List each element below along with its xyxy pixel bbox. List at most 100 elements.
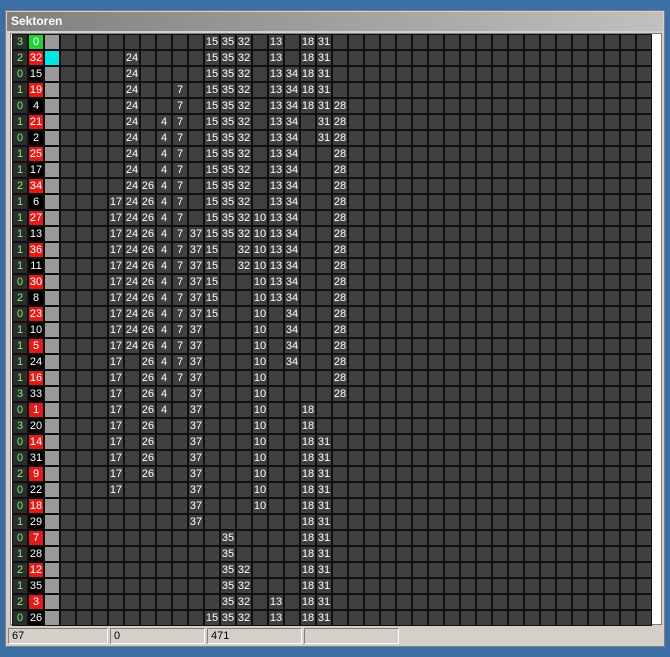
grid-cell[interactable] [620, 114, 636, 130]
grid-cell[interactable] [444, 386, 460, 402]
grid-cell[interactable]: 18 [300, 514, 316, 530]
grid-cell[interactable]: 26 [140, 290, 156, 306]
grid-cell[interactable] [284, 546, 300, 562]
grid-cell[interactable] [412, 338, 428, 354]
grid-cell[interactable] [380, 82, 396, 98]
grid-cell[interactable] [348, 466, 364, 482]
grid-cell[interactable] [444, 178, 460, 194]
grid-cell[interactable] [76, 338, 92, 354]
grid-cell[interactable] [396, 226, 412, 242]
grid-cell[interactable] [396, 498, 412, 514]
grid-cell[interactable] [76, 466, 92, 482]
grid-cell[interactable] [556, 610, 572, 626]
grid-cell[interactable] [348, 226, 364, 242]
grid-cell[interactable] [636, 610, 652, 626]
grid-cell[interactable] [92, 354, 108, 370]
grid-cell[interactable]: 7 [172, 226, 188, 242]
grid-cell[interactable]: 32 [236, 242, 252, 258]
grid-cell[interactable] [300, 178, 316, 194]
grid-cell[interactable] [524, 418, 540, 434]
grid-cell[interactable] [156, 578, 172, 594]
grid-cell[interactable] [572, 194, 588, 210]
grid-cell[interactable] [412, 178, 428, 194]
grid-cell[interactable] [172, 34, 188, 50]
grid-cell[interactable] [572, 418, 588, 434]
grid-cell[interactable] [380, 594, 396, 610]
grid-cell[interactable] [172, 610, 188, 626]
grid-cell[interactable] [428, 322, 444, 338]
grid-cell[interactable] [604, 226, 620, 242]
grid-cell[interactable]: 34 [284, 114, 300, 130]
grid-cell[interactable] [60, 530, 76, 546]
grid-cell[interactable] [412, 386, 428, 402]
grid-cell[interactable] [540, 210, 556, 226]
grid-cell[interactable] [524, 450, 540, 466]
grid-cell[interactable] [284, 530, 300, 546]
grid-cell[interactable] [156, 50, 172, 66]
grid-cell[interactable]: 34 [284, 66, 300, 82]
grid-cell[interactable] [540, 498, 556, 514]
grid-cell[interactable] [156, 610, 172, 626]
grid-cell[interactable] [220, 258, 236, 274]
grid-cell[interactable] [236, 274, 252, 290]
grid-cell[interactable] [636, 130, 652, 146]
grid-cell[interactable] [588, 242, 604, 258]
grid-cell[interactable] [396, 514, 412, 530]
grid-cell[interactable]: 37 [188, 370, 204, 386]
grid-cell[interactable] [508, 258, 524, 274]
grid-cell[interactable] [364, 274, 380, 290]
grid-cell[interactable]: 18 [300, 434, 316, 450]
grid-cell[interactable] [476, 466, 492, 482]
grid-cell[interactable] [172, 418, 188, 434]
grid-cell[interactable] [252, 98, 268, 114]
grid-cell[interactable] [524, 194, 540, 210]
grid-cell[interactable] [156, 82, 172, 98]
row-sector-id[interactable]: 14 [28, 434, 44, 450]
grid-cell[interactable] [92, 50, 108, 66]
grid-cell[interactable] [300, 274, 316, 290]
grid-cell[interactable] [364, 114, 380, 130]
grid-cell[interactable] [204, 338, 220, 354]
grid-cell[interactable] [620, 498, 636, 514]
grid-cell[interactable] [524, 274, 540, 290]
grid-cell[interactable] [188, 546, 204, 562]
grid-cell[interactable]: 24 [124, 210, 140, 226]
grid-cell[interactable] [540, 338, 556, 354]
grid-cell[interactable] [556, 498, 572, 514]
grid-cell[interactable] [124, 466, 140, 482]
grid-cell[interactable]: 13 [268, 610, 284, 626]
grid-cell[interactable] [236, 514, 252, 530]
grid-cell[interactable] [428, 146, 444, 162]
grid-cell[interactable] [316, 210, 332, 226]
grid-cell[interactable] [412, 482, 428, 498]
grid-cell[interactable]: 26 [140, 434, 156, 450]
grid-cell[interactable] [604, 370, 620, 386]
row-sector-id[interactable]: 4 [28, 98, 44, 114]
grid-cell[interactable]: 35 [220, 34, 236, 50]
grid-cell[interactable] [620, 546, 636, 562]
grid-cell[interactable] [508, 370, 524, 386]
grid-cell[interactable] [348, 514, 364, 530]
grid-cell[interactable]: 17 [108, 338, 124, 354]
row-sector-id[interactable]: 36 [28, 242, 44, 258]
grid-cell[interactable] [588, 354, 604, 370]
grid-cell[interactable] [620, 354, 636, 370]
grid-cell[interactable]: 32 [236, 82, 252, 98]
grid-cell[interactable] [460, 210, 476, 226]
grid-cell[interactable] [636, 162, 652, 178]
grid-cell[interactable] [428, 610, 444, 626]
row-sector-id[interactable]: 16 [28, 370, 44, 386]
grid-cell[interactable] [508, 610, 524, 626]
grid-cell[interactable] [92, 450, 108, 466]
grid-cell[interactable] [284, 594, 300, 610]
grid-cell[interactable] [60, 370, 76, 386]
row-sector-id[interactable]: 5 [28, 338, 44, 354]
grid-cell[interactable] [60, 194, 76, 210]
grid-cell[interactable]: 37 [188, 242, 204, 258]
grid-cell[interactable] [620, 146, 636, 162]
row-sector-id[interactable]: 33 [28, 386, 44, 402]
grid-cell[interactable] [364, 146, 380, 162]
grid-cell[interactable]: 31 [316, 562, 332, 578]
grid-cell[interactable] [588, 482, 604, 498]
grid-cell[interactable] [540, 514, 556, 530]
